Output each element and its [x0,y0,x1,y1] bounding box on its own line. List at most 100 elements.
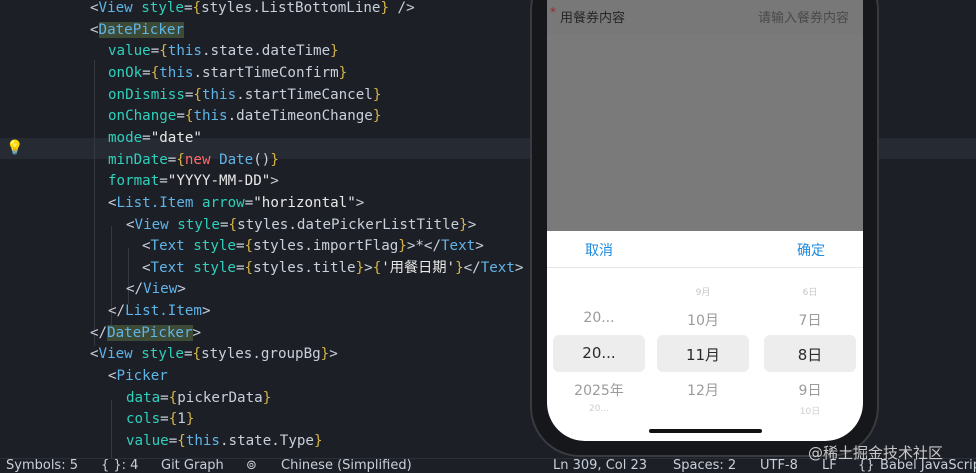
code-token: > [329,346,338,363]
code-token: < [90,21,99,38]
code-token: style [193,259,236,276]
code-token: < [90,346,99,363]
code-token: = [183,0,193,16]
indentation[interactable]: Spaces: 2 [673,459,736,473]
code-token: = [160,389,169,406]
code-token: value [126,433,169,449]
code-token: View [98,0,133,16]
code-line: </List.Item> [108,301,211,323]
code-token: { [177,433,186,449]
code-token: < [108,194,117,211]
language-pack[interactable]: Chinese (Simplified) [281,459,412,473]
date-picker-header: 取消 确定 [547,231,863,268]
code-token: = [168,433,178,449]
cancel-button[interactable]: 取消 [585,240,613,260]
wheel-item: 10月 [687,313,719,329]
code-token: . [288,216,297,233]
code-token: { [176,151,185,168]
cursor-position[interactable]: Ln 309, Col 23 [553,459,647,473]
code-line: onOk={this.startTimeConfirm} [108,63,347,85]
code-token: . [236,86,245,103]
code-token: . [219,433,229,449]
code-token: { [244,259,254,276]
code-token: "date" [150,129,202,146]
code-token: > [270,173,279,190]
code-token: value [108,43,151,60]
indent-guide [94,60,95,346]
code-token: { [159,43,168,60]
symbols-count[interactable]: Symbols: 5 [6,459,78,473]
code-token: } [330,43,339,60]
code-token: < [142,238,151,255]
code-token: } [459,216,468,233]
code-token: } [313,433,323,449]
code-token: { [192,0,202,16]
code-token: state [210,43,254,60]
code-token: </ [126,281,144,298]
modal-overlay[interactable] [547,34,863,231]
code-token: } [355,259,365,276]
code-token: this [193,108,228,125]
code-token: . [253,43,262,60]
code-token: { [168,411,178,428]
braces-count[interactable]: { }: 4 [101,459,138,473]
lightbulb-icon[interactable]: 💡 [6,140,23,156]
code-token: </ [108,303,126,320]
code-token: = [183,346,193,363]
code-token: = [219,216,229,233]
code-token: > [475,238,484,255]
code-token: startTimeConfirm [201,64,339,81]
code-token: onOk [108,64,143,81]
git-graph-button[interactable]: Git Graph [161,459,224,473]
code-token: styles [253,238,305,255]
code-token: "horizontal" [253,194,356,211]
wheel-item: 20... [583,310,615,326]
wheel-item: 6日 [802,288,818,298]
code-token: this [159,64,194,81]
meal-voucher-input-placeholder[interactable]: 请输入餐券内容 [758,7,849,26]
code-token: = [142,64,151,81]
code-token: style [141,0,184,16]
code-line: <View style={styles.ListBottomLine} /> [90,0,415,20]
code-token: = [235,238,245,255]
code-token: } [372,86,382,103]
code-token: this [167,43,202,60]
code-token: . [201,43,211,60]
confirm-button[interactable]: 确定 [797,240,825,260]
year-wheel[interactable]: 20... 20... 2025年 20... [553,267,649,417]
month-wheel[interactable]: 9月 10月 11月 12月 [657,267,753,417]
code-line: </View> [126,279,186,301]
code-line: onDismiss={this.startTimeCancel} [108,85,381,107]
day-wheel[interactable]: 6日 7日 8日 9日 10日 [764,267,860,417]
code-token: Text [441,238,476,255]
code-token: . [193,64,202,81]
code-token: ListBottomLine [260,0,381,16]
code-token: = [159,173,168,190]
code-token: { [193,86,202,103]
code-line: format="YYYY-MM-DD"> [108,171,279,193]
code-token: importFlag [312,238,399,255]
code-token: . [304,238,313,255]
code-token: 1 [177,411,186,428]
meal-voucher-content-row[interactable]: * 用餐券内容 请输入餐券内容 [547,0,863,34]
encoding[interactable]: UTF-8 [760,459,798,473]
code-token: dateTimeonChange [236,108,373,125]
code-line: <View style={styles.groupBg}> [90,344,338,366]
code-token: > [355,194,365,211]
code-token: </ [463,259,481,276]
wheel-item: 9月 [695,288,711,298]
wheel-item-selected: 11月 [685,346,721,364]
code-token: = [160,411,169,428]
code-token: >*</ [406,238,442,255]
code-token: onDismiss [108,86,185,103]
code-token: } [380,0,390,16]
code-token: > [177,281,186,298]
phone-screen: * 用餐券内容 请输入餐券内容 取消 确定 20... 20... 2025年 … [547,0,863,441]
code-token: . [252,0,261,16]
code-token: Text [480,259,515,276]
code-token: this [185,433,220,449]
code-token: } [398,238,407,255]
